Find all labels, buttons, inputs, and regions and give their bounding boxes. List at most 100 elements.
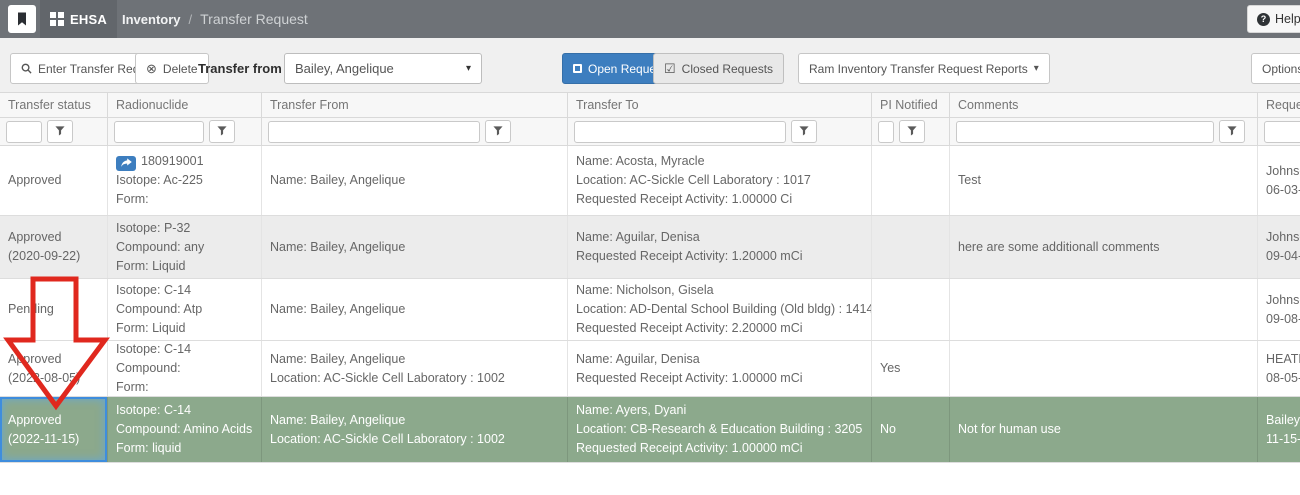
filter-funnel-button-pi[interactable] <box>899 120 925 143</box>
cell-to: Name: Nicholson, GiselaLocation: AD-Dent… <box>568 279 872 340</box>
cell-to: Name: Aguilar, DenisaRequested Receipt A… <box>568 216 872 278</box>
cell-line: Name: Bailey, Angelique <box>270 171 559 190</box>
cell-line: Bailey, <box>1266 411 1300 430</box>
cell-line: HEATH <box>1266 350 1300 369</box>
filter-input-status[interactable] <box>6 121 42 143</box>
cell-line: Pending <box>8 300 99 319</box>
pi-select-dropdown[interactable]: Bailey, Angelique ▾ <box>284 53 482 84</box>
cell-comments: Not for human use <box>950 397 1258 462</box>
cell-requested: Johnso09-08-2 <box>1258 279 1300 340</box>
filter-cell-pi <box>872 118 950 145</box>
bookmark-button[interactable] <box>8 5 36 33</box>
cell-line: (2022-08-05) <box>8 369 99 388</box>
pi-select-value: Bailey, Angelique <box>295 61 394 76</box>
closed-requests-label: Closed Requests <box>682 62 773 76</box>
cell-radionuclide: Isotope: P-32Compound: anyForm: Liquid <box>108 216 262 278</box>
cell-line: Isotope: C-14 <box>116 401 253 420</box>
options-label: Options <box>1262 62 1300 76</box>
filter-input-comments[interactable] <box>956 121 1214 143</box>
cell-line: Isotope: Ac-225 <box>116 171 253 190</box>
column-header-status[interactable]: Transfer status <box>0 93 108 117</box>
cell-line: Requested Receipt Activity: 1.00000 mCi <box>576 439 863 458</box>
inventory-number: 180919001 <box>141 154 204 168</box>
cell-requested: Bailey,11-15-2 <box>1258 397 1300 462</box>
reports-dropdown-button[interactable]: Ram Inventory Transfer Request Reports ▾ <box>798 53 1050 84</box>
filter-funnel-button-comments[interactable] <box>1219 120 1245 143</box>
filter-input-pi[interactable] <box>878 121 894 143</box>
cell-line: 09-08-2 <box>1266 310 1300 329</box>
cell-line: Johnso <box>1266 162 1300 181</box>
toolbar: Enter Transfer Request ⊗ Delete Transfer… <box>0 38 1300 92</box>
filter-cell-status <box>0 118 108 145</box>
app-menu-button[interactable]: EHSA <box>40 0 117 38</box>
funnel-icon <box>55 124 65 139</box>
transfer-request-row[interactable]: Pending Isotope: C-14Compound: AtpForm: L… <box>0 279 1300 341</box>
cell-radionuclide: Isotope: C-14Compound:Form: <box>108 341 262 396</box>
help-label: Help <box>1275 12 1300 26</box>
cell-status: Pending <box>0 279 108 340</box>
funnel-icon <box>217 124 227 139</box>
closed-requests-icon: ☑ <box>664 61 676 77</box>
transfer-request-row[interactable]: Approved(2022-11-15)Isotope: C-14Compoun… <box>0 397 1300 463</box>
cell-comments: here are some additionall comments <box>950 216 1258 278</box>
cell-line: Location: AD-Dental School Building (Old… <box>576 300 863 319</box>
cell-line: Form: Liquid <box>116 257 253 276</box>
column-header-requested[interactable]: Reques <box>1258 93 1300 117</box>
filter-input-requested[interactable] <box>1264 121 1300 143</box>
help-button[interactable]: ? Help <box>1247 5 1300 33</box>
cell-requested: Johnso09-04-2 <box>1258 216 1300 278</box>
cell-line: Isotope: C-14 <box>116 281 253 300</box>
filter-input-from[interactable] <box>268 121 480 143</box>
cell-pi: No <box>872 397 950 462</box>
cell-status: Approved(2022-08-05) <box>0 341 108 396</box>
closed-requests-button[interactable]: ☑ Closed Requests <box>653 53 784 84</box>
cell-line: Compound: Atp <box>116 300 253 319</box>
cell-line: (2022-11-15) <box>8 430 99 449</box>
column-header-label: Radionuclide <box>116 98 188 112</box>
funnel-icon <box>799 124 809 139</box>
column-header-radionuclide[interactable]: Radionuclide <box>108 93 262 117</box>
cell-line: Compound: any <box>116 238 253 257</box>
search-icon <box>21 63 32 74</box>
cell-line: Compound: <box>116 359 253 378</box>
filter-funnel-button-from[interactable] <box>485 120 511 143</box>
cell-line: No <box>880 420 941 439</box>
filter-input-radionuclide[interactable] <box>114 121 204 143</box>
column-header-label: Reques <box>1266 98 1300 112</box>
column-header-to[interactable]: Transfer To <box>568 93 872 117</box>
filter-cell-requested <box>1258 118 1300 145</box>
cell-comments: Test <box>950 146 1258 215</box>
options-button[interactable]: Options <box>1251 53 1300 84</box>
cell-line: Form: liquid <box>116 439 253 458</box>
column-header-pi[interactable]: PI Notified <box>872 93 950 117</box>
filter-cell-to <box>568 118 872 145</box>
cell-line: Name: Ayers, Dyani <box>576 401 863 420</box>
delete-label: Delete <box>163 62 198 76</box>
breadcrumb-inventory[interactable]: Inventory <box>122 12 181 27</box>
transfer-request-row[interactable]: Approved(2022-08-05)Isotope: C-14Compoun… <box>0 341 1300 397</box>
cell-radionuclide: Isotope: C-14Compound: AtpForm: Liquid <box>108 279 262 340</box>
cell-line: Compound: Amino Acids <box>116 420 253 439</box>
filter-funnel-button-to[interactable] <box>791 120 817 143</box>
filter-funnel-button-status[interactable] <box>47 120 73 143</box>
cell-to: Name: Ayers, DyaniLocation: CB-Research … <box>568 397 872 462</box>
transfer-forward-badge-icon[interactable] <box>116 156 136 171</box>
cell-line: Requested Receipt Activity: 2.20000 mCi <box>576 319 863 338</box>
column-header-label: Comments <box>958 98 1018 112</box>
column-header-comments[interactable]: Comments <box>950 93 1258 117</box>
page-title: Transfer Request <box>200 11 308 27</box>
cell-status: Approved(2020-09-22) <box>0 216 108 278</box>
transfer-request-row[interactable]: Approved180919001Isotope: Ac-225Form:Nam… <box>0 146 1300 216</box>
transfer-request-row[interactable]: Approved(2020-09-22)Isotope: P-32Compoun… <box>0 216 1300 279</box>
cell-line: Location: AC-Sickle Cell Laboratory : 10… <box>270 430 559 449</box>
cell-line: Location: CB-Research & Education Buildi… <box>576 420 863 439</box>
cell-requested: HEATH08-05-2 <box>1258 341 1300 396</box>
cell-line: Isotope: P-32 <box>116 219 253 238</box>
filter-input-to[interactable] <box>574 121 786 143</box>
cell-line: here are some additionall comments <box>958 238 1249 257</box>
cell-line: Name: Bailey, Angelique <box>270 350 559 369</box>
column-header-from[interactable]: Transfer From <box>262 93 568 117</box>
filter-funnel-button-radionuclide[interactable] <box>209 120 235 143</box>
apps-grid-icon <box>50 12 64 26</box>
cell-line: Name: Aguilar, Denisa <box>576 228 863 247</box>
